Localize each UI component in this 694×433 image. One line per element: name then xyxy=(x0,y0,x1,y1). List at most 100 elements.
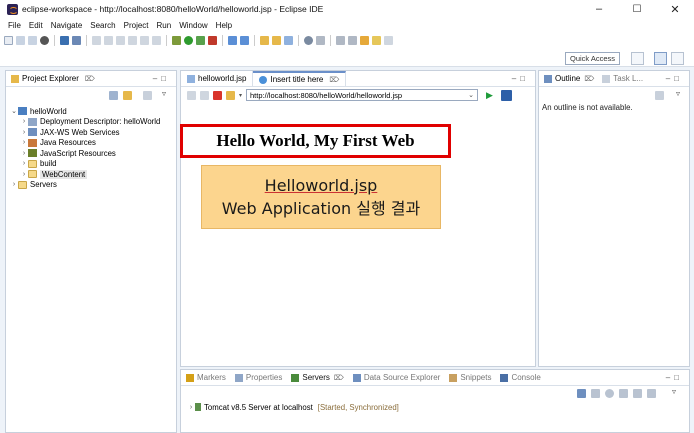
url-history-dropdown-icon[interactable]: ⌄ xyxy=(468,91,474,99)
skip-breakpoints-icon[interactable] xyxy=(72,36,81,45)
open-type-icon[interactable] xyxy=(260,36,269,45)
link-editor-icon[interactable] xyxy=(123,91,132,100)
tab-servers[interactable]: Servers ⌦ xyxy=(291,373,344,382)
expand-arrow-icon[interactable]: › xyxy=(20,139,28,146)
tree-item-deployment-descriptor-helloworld[interactable]: › Deployment Descriptor: helloWorld xyxy=(10,117,176,128)
expand-arrow-icon[interactable]: › xyxy=(20,171,28,178)
javaee-perspective-icon[interactable] xyxy=(654,52,667,65)
coverage-icon[interactable] xyxy=(196,36,205,45)
expand-arrow-icon[interactable]: › xyxy=(20,150,28,157)
terminate-icon[interactable] xyxy=(116,36,125,45)
suspend-icon[interactable] xyxy=(104,36,113,45)
menu-file[interactable]: File xyxy=(8,21,21,30)
go-icon[interactable]: ▶ xyxy=(486,90,493,101)
tab-console[interactable]: Console xyxy=(500,373,541,382)
profile-server-icon[interactable] xyxy=(619,389,628,398)
close-tab-icon[interactable]: ⌦ xyxy=(334,374,344,382)
back-icon[interactable] xyxy=(372,36,381,45)
resume-icon[interactable] xyxy=(92,36,101,45)
hide-fields-icon[interactable] xyxy=(655,91,664,100)
view-menu-icon[interactable]: ▿ xyxy=(676,89,680,98)
collapse-arrow-icon[interactable]: ⌄ xyxy=(10,107,18,115)
close-button[interactable]: ✕ xyxy=(656,0,694,18)
tree-item-helloworld[interactable]: ⌄ helloWorld xyxy=(10,106,176,117)
java-perspective-icon[interactable] xyxy=(671,52,684,65)
terminal-icon[interactable] xyxy=(60,36,69,45)
next-annotation-icon[interactable] xyxy=(336,36,345,45)
collapse-all-icon[interactable] xyxy=(109,91,118,100)
panel-min-max-icon[interactable]: –□ xyxy=(666,373,683,382)
server-row[interactable]: › Tomcat v8.5 Server at localhost [Start… xyxy=(181,400,689,414)
task-list-tab[interactable]: Task L... xyxy=(613,74,643,83)
panel-min-max-icon[interactable]: –□ xyxy=(666,74,683,83)
menu-window[interactable]: Window xyxy=(179,21,207,30)
close-tab-icon[interactable]: ⌦ xyxy=(584,75,594,83)
search-icon[interactable] xyxy=(304,36,313,45)
menu-help[interactable]: Help xyxy=(216,21,232,30)
save-all-icon[interactable] xyxy=(28,36,37,45)
view-menu-icon[interactable]: ▿ xyxy=(162,89,166,98)
open-perspective-icon[interactable] xyxy=(631,52,644,65)
browser-stop-icon[interactable] xyxy=(213,90,222,100)
tree-item-javascript-resources[interactable]: › JavaScript Resources xyxy=(10,148,176,159)
refresh-dropdown-icon[interactable]: ▾ xyxy=(239,92,242,99)
tab-properties[interactable]: Properties xyxy=(234,373,282,382)
annotation-icon[interactable] xyxy=(284,36,293,45)
previous-annotation-icon[interactable] xyxy=(348,36,357,45)
menu-project[interactable]: Project xyxy=(124,21,149,30)
view-menu-icon[interactable]: ▿ xyxy=(672,387,676,396)
minimize-button[interactable]: – xyxy=(580,0,618,18)
expand-arrow-icon[interactable]: › xyxy=(187,404,195,411)
menu-navigate[interactable]: Navigate xyxy=(51,21,83,30)
quick-access-field[interactable]: Quick Access xyxy=(565,52,620,65)
tree-item-servers[interactable]: › Servers xyxy=(10,180,176,191)
expand-arrow-icon[interactable]: › xyxy=(10,181,18,188)
new-java-class-icon[interactable] xyxy=(228,36,237,45)
menu-edit[interactable]: Edit xyxy=(29,21,43,30)
debug-icon[interactable] xyxy=(172,36,181,45)
filter-icon[interactable] xyxy=(143,91,152,100)
new-server-icon[interactable] xyxy=(240,36,249,45)
tab-snippets[interactable]: Snippets xyxy=(449,373,491,382)
tree-item-java-resources[interactable]: › Java Resources xyxy=(10,138,176,149)
tab-insert-title-here[interactable]: Insert title here ⌦ xyxy=(253,71,347,86)
expand-arrow-icon[interactable]: › xyxy=(20,118,28,125)
menu-search[interactable]: Search xyxy=(90,21,115,30)
external-tools-icon[interactable] xyxy=(208,36,217,45)
menu-run[interactable]: Run xyxy=(157,21,172,30)
expand-arrow-icon[interactable]: › xyxy=(20,129,28,136)
browser-back-icon[interactable] xyxy=(187,90,196,100)
step-over-icon[interactable] xyxy=(140,36,149,45)
tab-markers[interactable]: Markers xyxy=(186,373,226,382)
close-tab-icon[interactable]: ⌦ xyxy=(85,75,95,83)
outline-title[interactable]: Outline xyxy=(555,74,580,83)
pin-icon[interactable] xyxy=(316,36,325,45)
last-edit-icon[interactable] xyxy=(360,36,369,45)
tree-item-build[interactable]: › build xyxy=(10,159,176,170)
panel-min-max-icon[interactable]: –□ xyxy=(512,74,529,83)
step-into-icon[interactable] xyxy=(128,36,137,45)
tab-data-source-explorer[interactable]: Data Source Explorer xyxy=(352,373,440,382)
run-icon[interactable] xyxy=(184,36,193,45)
browser-forward-icon[interactable] xyxy=(200,90,209,100)
maximize-button[interactable]: ☐ xyxy=(618,0,656,18)
tree-item-webcontent[interactable]: › WebContent xyxy=(10,169,176,180)
debug-server-icon[interactable] xyxy=(577,389,586,398)
save-icon[interactable] xyxy=(16,36,25,45)
start-server-icon[interactable] xyxy=(591,389,600,398)
expand-arrow-icon[interactable]: › xyxy=(20,160,28,167)
tree-item-jax-ws-web-services[interactable]: › JAX-WS Web Services xyxy=(10,127,176,138)
run-server-icon[interactable] xyxy=(605,389,614,398)
target-icon[interactable] xyxy=(40,36,49,45)
forward-icon[interactable] xyxy=(384,36,393,45)
browser-refresh-icon[interactable] xyxy=(226,90,235,100)
panel-min-max-icon[interactable]: –□ xyxy=(153,74,170,83)
new-icon[interactable] xyxy=(4,36,13,45)
project-explorer-title[interactable]: Project Explorer xyxy=(22,74,79,83)
stop-server-icon[interactable] xyxy=(633,389,642,398)
publish-icon[interactable] xyxy=(647,389,656,398)
open-folder-icon[interactable] xyxy=(272,36,281,45)
tab-helloworld-jsp[interactable]: helloworld.jsp xyxy=(181,71,254,86)
url-input[interactable]: http://localhost:8080/helloWorld/hellowo… xyxy=(246,89,479,101)
step-return-icon[interactable] xyxy=(152,36,161,45)
